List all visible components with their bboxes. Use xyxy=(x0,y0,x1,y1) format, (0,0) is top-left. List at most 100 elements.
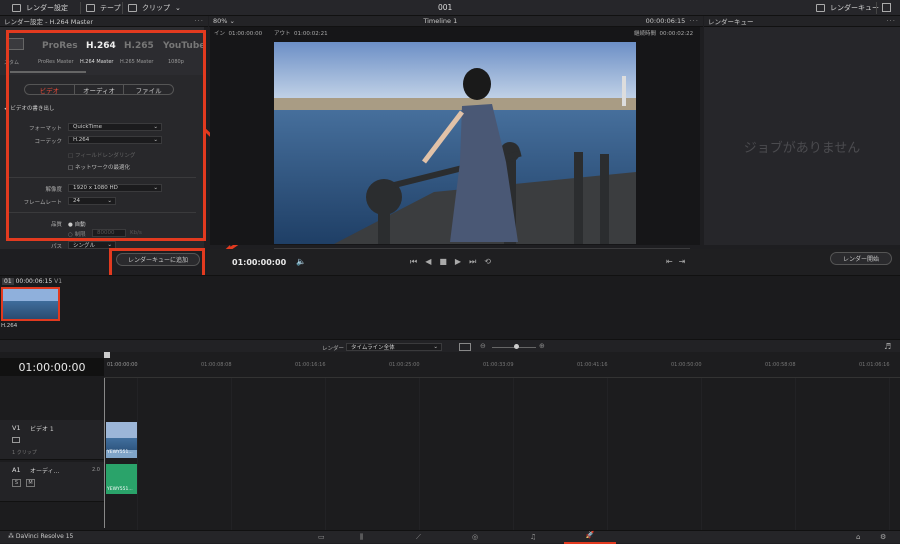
viewer-header: 80% ⌄ Timeline 1 00:00:06:15 ··· xyxy=(209,16,703,27)
clip-thumbnail[interactable] xyxy=(1,287,60,321)
clip-button[interactable]: クリップ ⌄ xyxy=(128,0,181,16)
zoom-out-icon[interactable]: ⊖ xyxy=(480,342,486,350)
clip-timecode: 00:00:06:15 xyxy=(15,278,53,285)
next-clip-icon[interactable]: ⇥ xyxy=(679,257,692,266)
edit-page-icon[interactable]: ⫼ xyxy=(360,533,363,542)
pass-label: パス xyxy=(50,244,62,250)
solo-button[interactable]: S xyxy=(12,479,21,487)
video-frame xyxy=(274,42,636,244)
tape-icon xyxy=(86,4,95,12)
timeline-timecode: 01:00:00:00 xyxy=(0,358,104,376)
go-to-end-icon[interactable]: ⏭ xyxy=(469,257,484,266)
fusion-page-icon[interactable]: ⟋ xyxy=(416,533,421,542)
divider xyxy=(876,2,877,14)
go-to-start-icon[interactable]: ⏮ xyxy=(410,257,425,266)
audio-meter-icon[interactable]: ♬ xyxy=(884,342,891,351)
track-id: A1 xyxy=(12,466,21,474)
track-name: ビデオ 1 xyxy=(30,426,54,433)
reverse-icon[interactable]: ◀ xyxy=(425,257,439,266)
more-options-icon[interactable]: ··· xyxy=(689,17,699,25)
clip-index: 01 xyxy=(2,278,14,285)
clip-name: H.264 xyxy=(1,323,18,329)
play-icon[interactable]: ▶ xyxy=(455,257,469,266)
render-settings-header: レンダー設定 - H.264 Master ··· xyxy=(0,16,208,27)
ruler-tick-label: 01:00:33:09 xyxy=(483,362,514,368)
viewer-panel: イン 01:00:00:00 アウト 01:00:02:21 継続時間 00:0… xyxy=(210,27,700,250)
render-queue-panel: ジョブがありません xyxy=(704,27,900,245)
timeline-view-icon[interactable] xyxy=(459,343,471,351)
queue-empty-message: ジョブがありません xyxy=(743,141,861,156)
ruler-tick-label: 01:01:06:16 xyxy=(859,362,890,368)
deliver-page-icon[interactable]: 🚀 xyxy=(564,531,616,544)
settings-icon[interactable] xyxy=(882,3,891,12)
resolve-logo-icon: ⁂ xyxy=(8,533,14,540)
render-range-label: レンダー xyxy=(322,346,345,352)
render-range-select[interactable]: タイムライン全体 ⌄ xyxy=(346,343,442,351)
highlight-box xyxy=(6,30,206,241)
audio-clip[interactable]: YEWY551... xyxy=(106,464,137,494)
out-label: アウト xyxy=(274,31,291,37)
clip-info: 01 00:00:06:15 V1 xyxy=(2,278,62,285)
render-settings-button[interactable]: レンダー設定 xyxy=(12,0,68,16)
divider xyxy=(122,2,123,14)
more-options-icon[interactable]: ··· xyxy=(194,17,204,25)
zoom-slider-handle[interactable] xyxy=(514,344,519,349)
home-icon[interactable]: ⌂ xyxy=(856,533,860,541)
track-header-v1[interactable]: V1 ビデオ 1 1 クリップ xyxy=(0,420,104,460)
render-settings-icon xyxy=(12,4,21,12)
clip-icon xyxy=(128,4,137,12)
mute-button[interactable]: M xyxy=(26,479,35,487)
prev-clip-icon[interactable]: ⇤ xyxy=(666,257,679,266)
in-label: イン xyxy=(214,31,226,37)
timeline-grid xyxy=(137,378,900,530)
track-header-a1[interactable]: A1 オーディ... 2.0 S M xyxy=(0,462,104,502)
playhead-icon[interactable] xyxy=(104,352,110,358)
render-settings-label: レンダー設定 xyxy=(26,4,68,12)
volume-icon[interactable]: 🔈 xyxy=(296,257,306,266)
start-render-button[interactable]: レンダー開始 xyxy=(830,252,892,265)
timeline-duration: 00:00:06:15 xyxy=(645,17,686,25)
more-options-icon[interactable]: ··· xyxy=(886,17,896,25)
queue-title: レンダーキュー xyxy=(708,18,754,26)
stop-icon[interactable]: ■ xyxy=(439,257,455,266)
track-channels: 2.0 xyxy=(92,467,100,473)
clip-label: クリップ xyxy=(142,4,170,12)
track-name: オーディ... xyxy=(30,468,60,475)
tape-label: テープ xyxy=(100,4,121,12)
prev-next-controls: ⇤⇥ xyxy=(666,257,691,266)
render-queue-label: レンダーキュー xyxy=(830,4,879,12)
timeline-ruler[interactable]: 01:00:00:00 01:00:08:08 01:00:16:16 01:0… xyxy=(104,352,900,378)
video-clip[interactable]: YEWY551... xyxy=(106,422,137,458)
track-id: V1 xyxy=(12,424,21,432)
audio-clip-label: YEWY551... xyxy=(107,487,133,492)
app-name-label: DaVinci Resolve 15 xyxy=(15,533,74,540)
zoom-select[interactable]: 80% xyxy=(213,17,227,25)
tape-button[interactable]: テープ xyxy=(86,0,121,16)
render-range-value: タイムライン全体 xyxy=(351,345,395,351)
queue-header: レンダーキュー ··· xyxy=(704,16,900,27)
zoom-in-icon[interactable]: ⊕ xyxy=(539,342,545,350)
timeline-panel: 01:00:00:00 01:00:00:00 01:00:08:08 01:0… xyxy=(0,352,900,530)
top-toolbar: レンダー設定 テープ クリップ ⌄ 001 レンダーキュー xyxy=(0,0,900,16)
color-page-icon[interactable]: ◎ xyxy=(472,533,478,541)
out-point: アウト 01:00:02:21 xyxy=(274,29,328,37)
clip-count: 1 クリップ xyxy=(12,450,37,456)
fairlight-page-icon[interactable]: ♫ xyxy=(530,533,536,541)
project-title: 001 xyxy=(438,3,453,12)
gear-icon[interactable]: ⚙ xyxy=(880,533,886,541)
highlight-box xyxy=(109,248,205,278)
in-point: イン 01:00:00:00 xyxy=(214,29,262,37)
monitor-icon[interactable] xyxy=(12,437,20,443)
chevron-down-icon: ⌄ xyxy=(229,17,235,25)
ruler-tick-label: 01:00:25:00 xyxy=(389,362,420,368)
chevron-down-icon: ⌄ xyxy=(175,4,181,12)
loop-icon[interactable]: ⟲ xyxy=(484,257,499,266)
duration: 継続時間 00:00:02:22 xyxy=(634,29,693,37)
ruler-tick-label: 01:00:08:08 xyxy=(201,362,232,368)
clip-track: V1 xyxy=(54,278,63,285)
timeline-select[interactable]: Timeline 1 xyxy=(423,17,457,25)
ruler-tick-label: 01:00:50:00 xyxy=(671,362,702,368)
status-bar: ⁂ DaVinci Resolve 15 ▭ ⫼ ⟋ ◎ ♫ 🚀 ⌂ ⚙ xyxy=(0,530,900,544)
media-page-icon[interactable]: ▭ xyxy=(318,533,325,541)
render-queue-button[interactable]: レンダーキュー xyxy=(816,0,879,16)
